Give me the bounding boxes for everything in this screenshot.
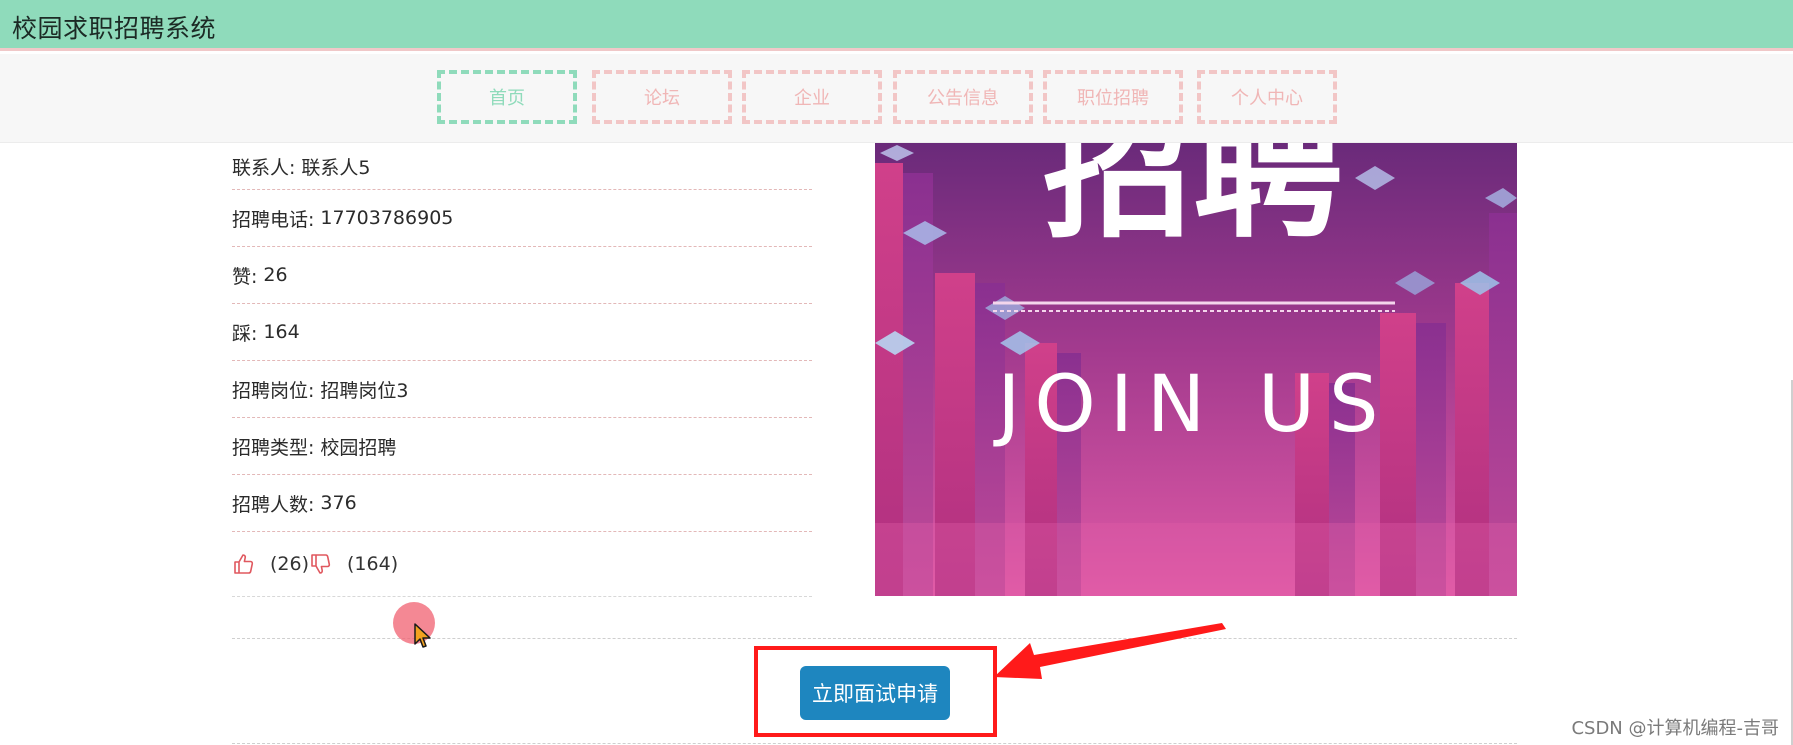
- detail-label: 招聘电话:: [232, 208, 315, 231]
- detail-label: 赞:: [232, 265, 258, 288]
- detail-row-likes: 赞: 26: [232, 247, 812, 304]
- nav-item-job-posts[interactable]: 职位招聘: [1043, 70, 1183, 124]
- nav-item-announcements[interactable]: 公告信息: [893, 70, 1033, 124]
- vote-row: (26) (164): [232, 532, 812, 597]
- detail-label: 招聘类型:: [232, 436, 315, 459]
- arrow-annotation-icon: [994, 623, 1226, 679]
- detail-value: 164: [263, 321, 300, 343]
- detail-label: 招聘人数:: [232, 493, 315, 516]
- job-poster-image: 招聘 JOIN US: [875, 143, 1517, 596]
- detail-value: 17703786905: [320, 207, 454, 229]
- detail-value: 联系人5: [301, 156, 371, 179]
- detail-value: 校园招聘: [320, 436, 397, 459]
- detail-row-phone: 招聘电话: 17703786905: [232, 190, 812, 247]
- detail-row-position: 招聘岗位: 招聘岗位3: [232, 361, 812, 418]
- detail-row-type: 招聘类型: 校园招聘: [232, 418, 812, 475]
- app-title: 校园求职招聘系统: [12, 14, 217, 43]
- dislike-count: (164): [347, 553, 399, 575]
- thumbs-down-icon[interactable]: [309, 552, 333, 576]
- poster-title: 招聘: [1043, 143, 1343, 259]
- job-detail-list: 联系人: 联系人5 招聘电话: 17703786905 赞: 26 踩: 164…: [232, 143, 812, 597]
- detail-value: 376: [320, 492, 357, 514]
- mouse-pointer-icon: [414, 623, 431, 648]
- apply-interview-button[interactable]: 立即面试申请: [800, 666, 950, 720]
- nav-item-company[interactable]: 企业: [742, 70, 882, 124]
- detail-row-dislikes: 踩: 164: [232, 304, 812, 361]
- poster-subtitle: JOIN US: [992, 360, 1392, 450]
- main-nav: 首页 论坛 企业 公告信息 职位招聘 个人中心: [0, 54, 1793, 143]
- like-count: (26): [270, 553, 310, 575]
- detail-row-headcount: 招聘人数: 376: [232, 475, 812, 532]
- detail-label: 招聘岗位:: [232, 379, 315, 402]
- nav-item-personal-center[interactable]: 个人中心: [1197, 70, 1337, 124]
- section-divider-bottom: [232, 743, 1517, 744]
- detail-value: 招聘岗位3: [320, 379, 409, 402]
- detail-row-contact: 联系人: 联系人5: [232, 143, 812, 190]
- nav-item-home[interactable]: 首页: [437, 70, 577, 124]
- detail-label: 踩:: [232, 322, 258, 345]
- page: 校园求职招聘系统 首页 论坛 企业 公告信息 职位招聘 个人中心 联系人: 联系…: [0, 0, 1793, 745]
- nav-item-forum[interactable]: 论坛: [592, 70, 732, 124]
- watermark: CSDN @计算机编程-吉哥: [1571, 718, 1779, 739]
- thumbs-up-icon[interactable]: [232, 552, 256, 576]
- detail-value: 26: [263, 264, 288, 286]
- detail-label: 联系人:: [232, 156, 296, 179]
- header-bar: 校园求职招聘系统: [0, 0, 1793, 51]
